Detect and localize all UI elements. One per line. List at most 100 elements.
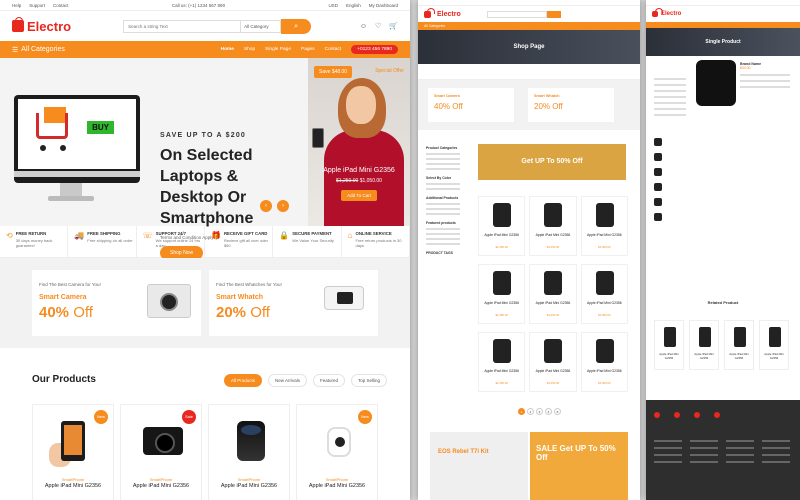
logo-text: Electro bbox=[27, 18, 72, 34]
page-link[interactable]: 3 bbox=[536, 408, 543, 415]
menu-icon: ☰ bbox=[12, 46, 19, 54]
product-name[interactable]: Apple iPad Mini G2356 bbox=[582, 301, 627, 305]
grid-product-card[interactable]: Apple iPad Mini G2356 $1,050.00 bbox=[580, 264, 628, 324]
category-select[interactable]: All Category bbox=[241, 19, 282, 33]
mid-sale-banner[interactable]: Get UP To 50% Off bbox=[478, 144, 626, 180]
detail-price: $30.00 bbox=[740, 66, 751, 70]
single-product-screenshot: Electro Single Product Brand Name $30.00… bbox=[646, 0, 800, 500]
mid-search-button[interactable] bbox=[546, 10, 561, 18]
grid-product-card[interactable]: Apple iPad Mini G2356 $1,050.00 bbox=[478, 196, 526, 256]
product-card[interactable]: New SmartPhone Apple iPad Mini G2356 bbox=[296, 404, 378, 500]
grid-product-card[interactable]: Apple iPad Mini G2356 $1,050.00 bbox=[529, 332, 577, 392]
search-button[interactable]: ⌕ bbox=[281, 18, 312, 34]
related-product-card[interactable]: Apple iPad Mini G2356 bbox=[654, 320, 684, 370]
mid-nav[interactable]: All Categories bbox=[418, 22, 640, 30]
support-link[interactable]: Support bbox=[29, 3, 45, 8]
product-price: $1,050.00 bbox=[495, 245, 508, 249]
product-name[interactable]: Apple iPad Mini G2356 bbox=[530, 233, 575, 237]
mid-search-input[interactable] bbox=[486, 10, 547, 18]
hero-title: On Selected Laptops & Desktop Or Smartph… bbox=[160, 147, 254, 227]
mid-camera-banner[interactable]: EOS Rebel T7i Kit bbox=[430, 432, 528, 500]
next-slide-icon[interactable]: › bbox=[277, 200, 289, 212]
promo-camera[interactable]: Find The Best Camera for You! Smart Came… bbox=[32, 270, 201, 336]
product-card[interactable]: SmartPhone Apple iPad Mini G2356 bbox=[208, 404, 290, 500]
shopping-bag-icon bbox=[12, 17, 24, 32]
product-name[interactable]: Apple iPad Mini G2356 bbox=[582, 369, 627, 373]
product-tag: SmartPhone bbox=[237, 477, 261, 482]
heart-icon[interactable]: ♡ bbox=[375, 22, 381, 30]
product-name[interactable]: Apple iPad Mini G2356 bbox=[530, 301, 575, 305]
product-name[interactable]: Apple iPad Mini G2356 bbox=[479, 233, 524, 237]
product-name[interactable]: Apple iPad Mini G2356 bbox=[297, 483, 377, 490]
related-product-card[interactable]: Apple iPad Mini G2356 bbox=[689, 320, 719, 370]
sale-badge: Sale bbox=[182, 410, 196, 424]
currency-select[interactable]: USD bbox=[328, 3, 338, 8]
feature-text: 30 days money back guarantee! bbox=[15, 238, 53, 248]
right-logo[interactable]: Electro bbox=[661, 11, 681, 17]
product-name[interactable]: Apple iPad Mini G2356 bbox=[530, 369, 575, 373]
hero-terms: Terms and Condition Apply bbox=[160, 235, 214, 240]
tab-all-products[interactable]: All Products bbox=[224, 374, 263, 387]
feature-title: ONLINE SERVICE bbox=[355, 231, 392, 236]
nav-single-page[interactable]: Single Page bbox=[265, 47, 291, 52]
page-link[interactable]: 1 bbox=[518, 408, 525, 415]
product-card[interactable]: Sale SmartPhone Apple iPad Mini G2356 bbox=[120, 404, 202, 500]
grid-product-card[interactable]: Apple iPad Mini G2356 $1,050.00 bbox=[580, 332, 628, 392]
related-product-name: Apple iPad Mini G2356 bbox=[694, 352, 714, 360]
mid-logo[interactable]: Electro bbox=[437, 11, 461, 18]
page-link[interactable]: 2 bbox=[527, 408, 534, 415]
product-name[interactable]: Apple iPad Mini G2356 bbox=[582, 233, 627, 237]
search-input[interactable] bbox=[123, 19, 242, 33]
grid-product-card[interactable]: Apple iPad Mini G2356 $1,050.00 bbox=[478, 264, 526, 324]
all-categories-button[interactable]: ☰ All Categories bbox=[12, 46, 65, 54]
related-product-card[interactable]: Apple iPad Mini G2356 bbox=[759, 320, 789, 370]
mid-promo-watch[interactable]: Smart Whatch 20% Off bbox=[528, 88, 614, 122]
product-tag: SmartPhone bbox=[149, 477, 173, 482]
product-detail-image[interactable] bbox=[696, 60, 736, 106]
related-product-card[interactable]: Apple iPad Mini G2356 bbox=[724, 320, 754, 370]
page-link[interactable]: 4 bbox=[545, 408, 552, 415]
nav-home[interactable]: Home bbox=[221, 47, 234, 52]
mid-sale-card[interactable]: SALE Get UP To 50% Off bbox=[530, 432, 628, 500]
nav-contact[interactable]: Contact bbox=[325, 47, 342, 52]
product-name[interactable]: Apple iPad Mini G2356 bbox=[479, 369, 524, 373]
grid-product-card[interactable]: Apple iPad Mini G2356 $1,050.00 bbox=[529, 264, 577, 324]
product-card[interactable]: New SmartPhone Apple iPad Mini G2356 bbox=[32, 404, 114, 500]
mid-promo-camera[interactable]: Smart Camera 40% Off bbox=[428, 88, 514, 122]
cart-icon[interactable]: 🛒 bbox=[389, 22, 398, 30]
add-to-cart-button[interactable]: Add To Cart bbox=[341, 190, 377, 201]
product-name[interactable]: Apple iPad Mini G2356 bbox=[209, 483, 289, 490]
grid-product-card[interactable]: Apple iPad Mini G2356 $1,050.00 bbox=[478, 332, 526, 392]
hero-slide: BUY SAVE UP TO A $200 On Selected Laptop… bbox=[0, 58, 308, 260]
contact-link[interactable]: Contact bbox=[53, 3, 69, 8]
product-name[interactable]: Apple iPad Mini G2356 bbox=[121, 483, 201, 490]
dashboard-link[interactable]: My Dashboard bbox=[369, 3, 398, 8]
grid-product-card[interactable]: Apple iPad Mini G2356 $1,050.00 bbox=[580, 196, 628, 256]
offer-product-name[interactable]: Apple iPad Mini G2356 bbox=[308, 166, 410, 176]
product-name[interactable]: Apple iPad Mini G2356 bbox=[479, 301, 524, 305]
user-icon[interactable]: ☺ bbox=[360, 23, 367, 30]
nav-pages[interactable]: Pages bbox=[301, 47, 315, 52]
product-name[interactable]: Apple iPad Mini G2356 bbox=[33, 483, 113, 490]
logo[interactable]: Electro bbox=[12, 17, 72, 34]
promo-row: Find The Best Camera for You! Smart Came… bbox=[0, 258, 410, 348]
prev-slide-icon[interactable]: ‹ bbox=[260, 200, 272, 212]
help-link[interactable]: Help bbox=[12, 3, 21, 8]
nav-shop[interactable]: Shop bbox=[244, 47, 255, 52]
watch-image bbox=[324, 286, 364, 310]
page-link[interactable]: 5 bbox=[554, 408, 561, 415]
product-price: $1,050.00 bbox=[598, 313, 611, 317]
nav-phone[interactable]: +0123 456 7890 bbox=[351, 45, 398, 54]
promo-watch[interactable]: Find The Best Whatches for You! Smart Wh… bbox=[209, 270, 378, 336]
tab-new-arrivals[interactable]: New Arrivals bbox=[268, 374, 308, 387]
grid-product-card[interactable]: Apple iPad Mini G2356 $1,050.00 bbox=[529, 196, 577, 256]
tab-featured[interactable]: Featured bbox=[313, 374, 346, 387]
product-image bbox=[493, 203, 511, 227]
promo-off: Off bbox=[250, 304, 270, 321]
language-select[interactable]: English bbox=[346, 3, 361, 8]
tab-top-selling[interactable]: Top Selling bbox=[351, 374, 388, 387]
promo-head: Find The Best Whatches for You! bbox=[216, 282, 282, 287]
mid-promo-value: 40% Off bbox=[434, 102, 463, 111]
mid-sidebar: Product Categories Select By Color Addit… bbox=[426, 140, 468, 258]
save-badge: Save $48.00 bbox=[314, 66, 353, 78]
